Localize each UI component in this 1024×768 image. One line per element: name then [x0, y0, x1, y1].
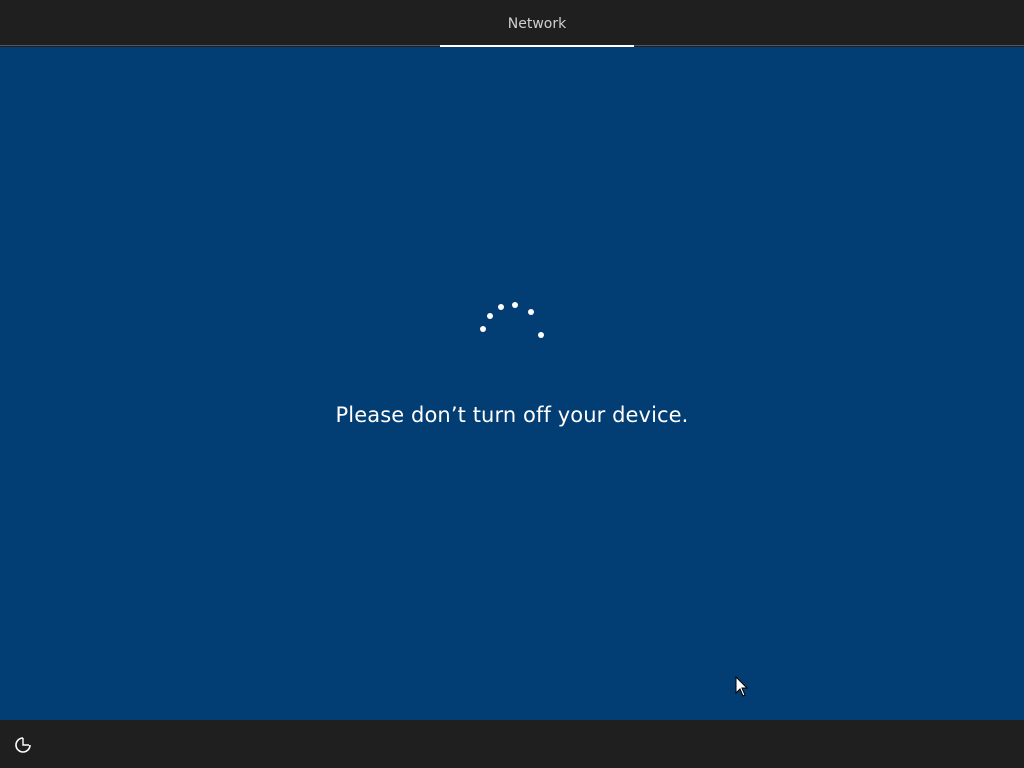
- footer-bar: [0, 720, 1024, 768]
- spinner-dot: [512, 302, 518, 308]
- setup-screen: Please don’t turn off your device.: [0, 47, 1024, 720]
- spinner-dot: [480, 326, 486, 332]
- spinner-dot: [487, 313, 493, 319]
- status-message: Please don’t turn off your device.: [335, 403, 689, 427]
- mouse-pointer-icon: [735, 676, 749, 697]
- ease-of-access-icon[interactable]: [12, 734, 34, 756]
- loading-dots-icon: [480, 302, 544, 338]
- header-bar: Network: [0, 0, 1024, 47]
- spinner-dot: [538, 332, 544, 338]
- tab-network[interactable]: Network: [440, 0, 634, 46]
- spinner-dot: [528, 309, 534, 315]
- spinner-dot: [498, 304, 504, 310]
